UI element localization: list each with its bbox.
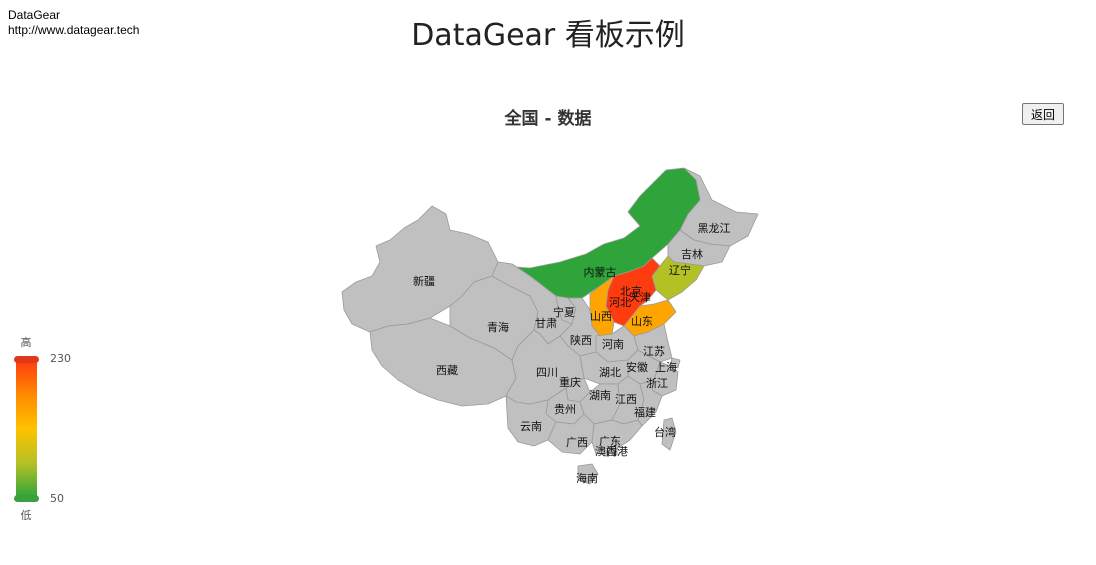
province-label: 宁夏: [553, 305, 575, 319]
province-label: 河南: [602, 338, 624, 351]
province-label: 青海: [487, 320, 509, 334]
visual-map-legend: 高 低 230 50: [14, 335, 71, 522]
visual-map-max-text: 230: [50, 352, 71, 365]
dashboard-page: DataGear http://www.datagear.tech DataGe…: [0, 0, 1096, 565]
province-label: 吉林: [681, 247, 703, 261]
province-label: 安徽: [626, 360, 648, 374]
province-label: 山东: [631, 315, 653, 328]
province-label: 新疆: [413, 274, 435, 288]
province-label: 湖北: [599, 366, 621, 379]
province-label: 黑龙江: [698, 222, 731, 235]
province-label: 重庆: [559, 375, 581, 389]
province-label: 台湾: [654, 425, 676, 439]
province-label: 内蒙古: [584, 265, 617, 279]
province-label: 辽宁: [669, 263, 691, 277]
visual-map-min-text: 50: [50, 492, 64, 505]
province-label: 上海: [655, 360, 677, 374]
province-label: 山西: [590, 310, 612, 323]
province-label: 澳门: [595, 444, 617, 458]
province-label: 湖南: [589, 389, 611, 402]
province-label: 天津: [629, 291, 651, 304]
china-map-chart: 黑龙江吉林辽宁内蒙古北京天津河北山西 山东新疆青海 甘肃宁夏陕西 河南江苏安徽 上海西藏…: [14, 167, 759, 522]
province-label: 河北: [609, 296, 631, 309]
visual-map-max-handle[interactable]: [14, 356, 39, 363]
province-label: 贵州: [554, 403, 576, 416]
province-label: 江西: [615, 393, 637, 406]
province-label: 福建: [634, 405, 656, 419]
province-label: 四川: [536, 366, 558, 379]
visual-map-high-label: 高: [21, 335, 32, 349]
province-label: 海南: [576, 471, 598, 485]
visual-map-gradient-bar: [16, 360, 37, 498]
visual-map-low-label: 低: [21, 509, 32, 522]
province-label: 西藏: [436, 364, 458, 377]
province-label: 陕西: [570, 333, 592, 347]
province-label: 广西: [566, 436, 588, 449]
province-label: 浙江: [646, 377, 668, 390]
visual-map-min-handle[interactable]: [14, 495, 39, 502]
province-label: 江苏: [643, 345, 665, 358]
province-label: 云南: [520, 420, 542, 433]
